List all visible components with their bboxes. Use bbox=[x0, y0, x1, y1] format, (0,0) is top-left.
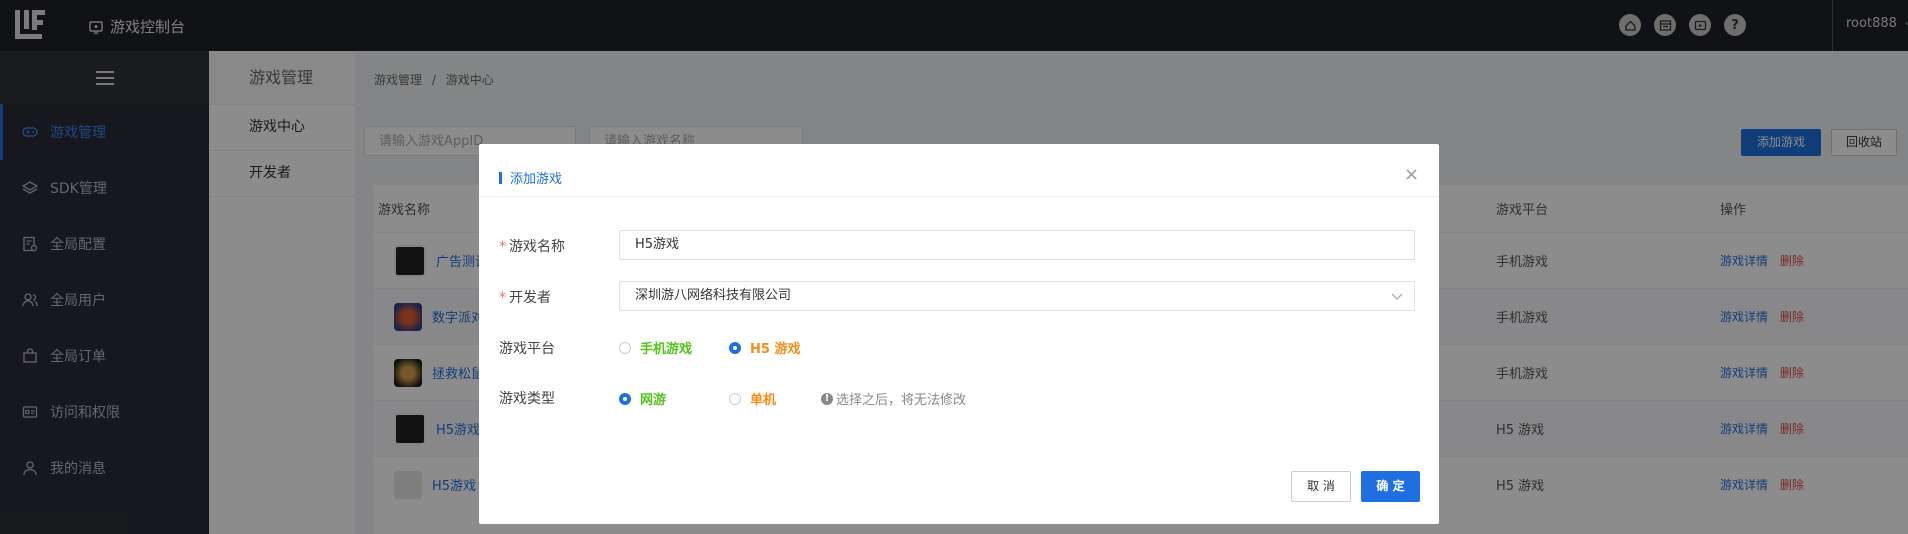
type-option-single: 单机 bbox=[750, 393, 777, 408]
title-accent-bar bbox=[499, 171, 502, 184]
dialog-title-text: 添加游戏 bbox=[510, 172, 563, 187]
dialog-divider bbox=[479, 196, 1439, 197]
cancel-button[interactable]: 取 消 bbox=[1291, 471, 1351, 502]
warning-icon: ! bbox=[821, 392, 833, 405]
type-option-online: 网游 bbox=[640, 393, 667, 408]
game-type-label: 游戏类型 bbox=[499, 391, 555, 407]
radio-checked-icon bbox=[619, 392, 631, 405]
platform-option-h5: H5 游戏 bbox=[750, 342, 801, 357]
radio-unchecked-icon bbox=[619, 341, 631, 354]
chevron-down-icon bbox=[1391, 293, 1403, 300]
radio-unchecked-icon bbox=[729, 392, 741, 405]
close-icon[interactable]: × bbox=[1404, 164, 1419, 185]
platform-radio-mobile[interactable]: 手机游戏 bbox=[619, 338, 692, 357]
game-name-label: * 游戏名称 bbox=[499, 236, 565, 256]
type-radio-online[interactable]: 网游 bbox=[619, 389, 666, 408]
required-mark: * bbox=[499, 290, 506, 306]
type-hint: ! 选择之后，将无法修改 bbox=[821, 389, 966, 408]
type-radio-single[interactable]: 单机 bbox=[729, 389, 776, 408]
game-name-input[interactable]: H5游戏 bbox=[619, 230, 1415, 260]
confirm-button[interactable]: 确 定 bbox=[1361, 471, 1420, 502]
platform-radio-h5[interactable]: H5 游戏 bbox=[729, 338, 800, 357]
game-name-value: H5游戏 bbox=[635, 237, 680, 252]
developer-value: 深圳游八网络科技有限公司 bbox=[635, 288, 792, 303]
add-game-dialog: 添加游戏 × * 游戏名称 H5游戏 * 开发者 深圳游八网络科技有限公司 游戏平台… bbox=[479, 144, 1439, 524]
type-hint-text: 选择之后，将无法修改 bbox=[836, 393, 967, 408]
radio-checked-icon bbox=[729, 341, 741, 354]
platform-label: 游戏平台 bbox=[499, 341, 555, 357]
developer-select[interactable]: 深圳游八网络科技有限公司 bbox=[619, 281, 1415, 311]
platform-option-mobile: 手机游戏 bbox=[640, 342, 693, 357]
developer-label-text: 开发者 bbox=[509, 290, 551, 306]
dialog-title: 添加游戏 bbox=[499, 168, 562, 187]
developer-label: * 开发者 bbox=[499, 287, 551, 307]
required-mark: * bbox=[499, 239, 506, 255]
game-name-label-text: 游戏名称 bbox=[509, 239, 565, 255]
